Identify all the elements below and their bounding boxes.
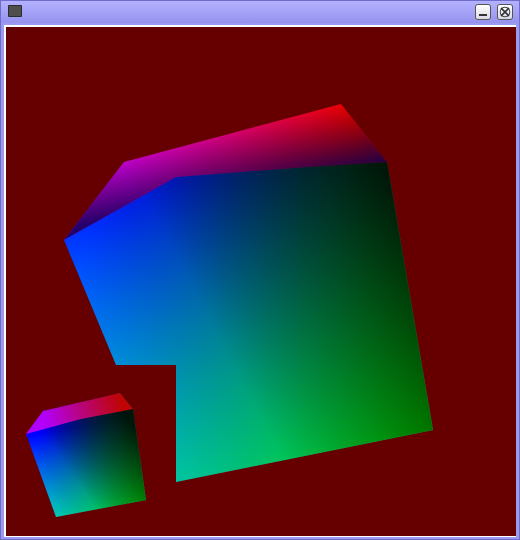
- client-area: [4, 25, 516, 537]
- render-viewport[interactable]: [6, 27, 516, 536]
- minimize-button[interactable]: [475, 4, 491, 20]
- title-bar[interactable]: [1, 1, 519, 23]
- scene-canvas: [6, 27, 516, 536]
- app-window-icon[interactable]: [8, 5, 22, 17]
- close-button[interactable]: [497, 4, 513, 20]
- app-window: [0, 0, 520, 540]
